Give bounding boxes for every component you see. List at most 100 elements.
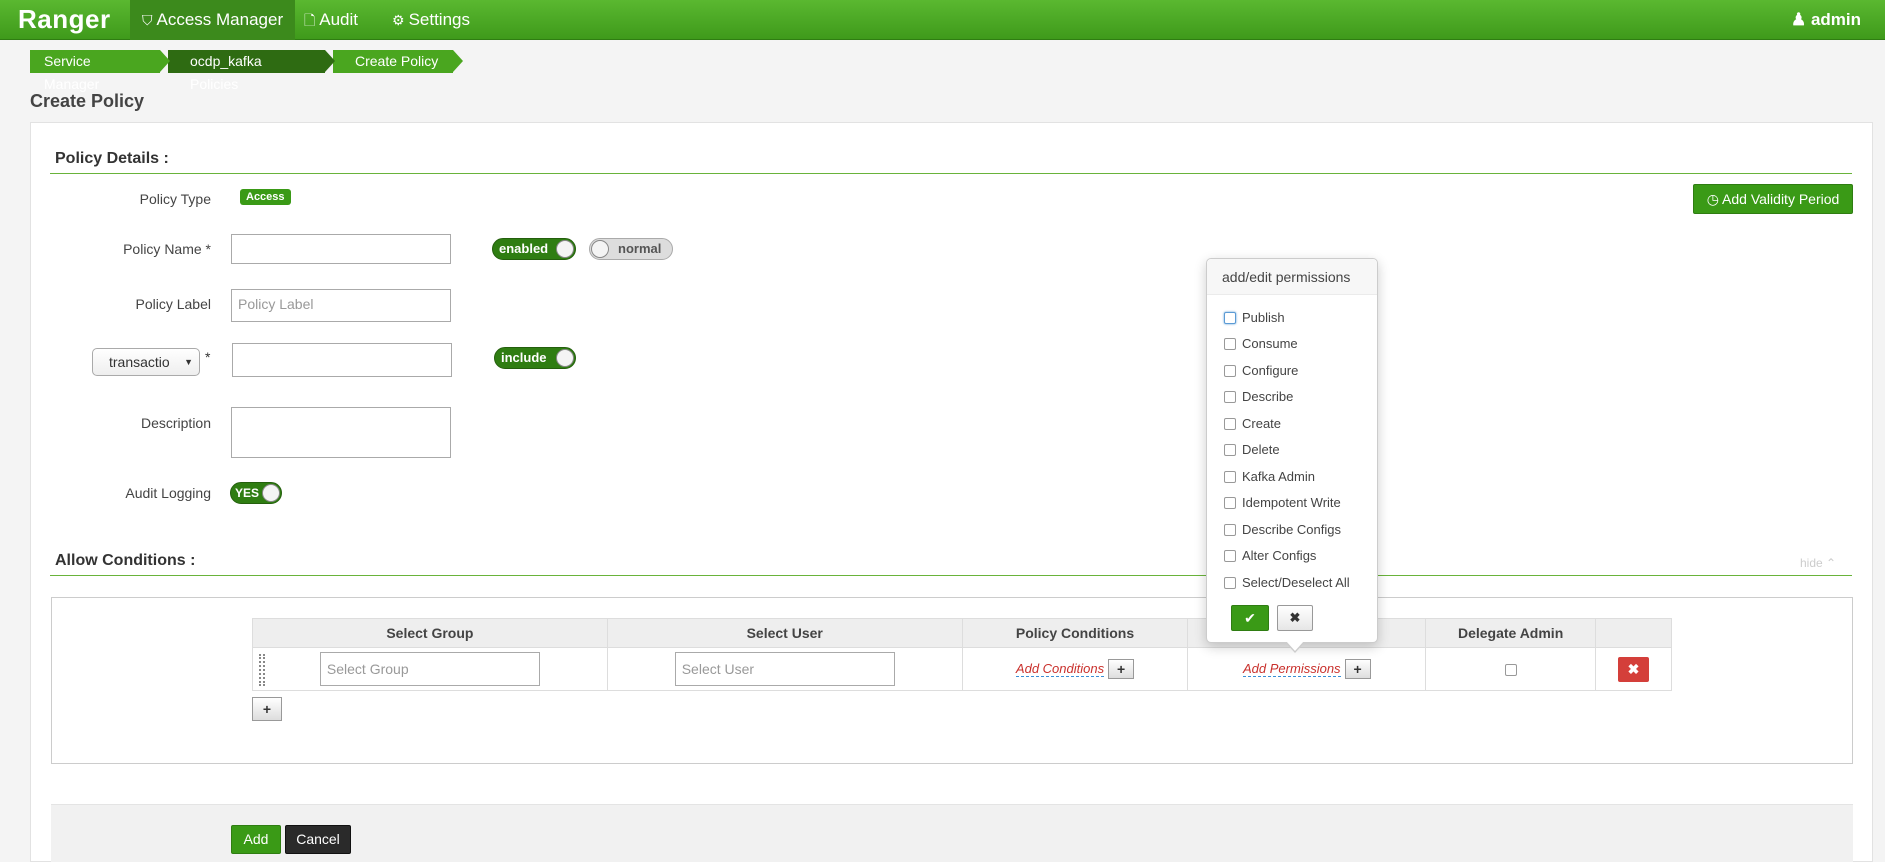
add-row-button[interactable]: + (252, 697, 282, 721)
resource-required-mark: * (205, 349, 211, 365)
policy-type-label: Policy Type (139, 191, 211, 207)
popover-confirm-button[interactable]: ✔ (1231, 605, 1269, 631)
policy-name-label: Policy Name * (123, 241, 211, 257)
perm-alter-configs[interactable]: Alter Configs (1224, 548, 1316, 563)
add-validity-period-button[interactable]: ◷ Add Validity Period (1693, 184, 1853, 214)
policy-label-label: Policy Label (135, 296, 212, 312)
perm-label: Select/Deselect All (1242, 575, 1350, 590)
group-cell: Select Group (252, 647, 608, 691)
perm-configure[interactable]: Configure (1224, 363, 1298, 378)
popover-title: add/edit permissions (1207, 259, 1377, 295)
perm-checkbox[interactable] (1224, 443, 1236, 456)
remove-row-button[interactable]: ✖ (1618, 656, 1650, 682)
add-button[interactable]: Add (231, 825, 281, 854)
perm-label: Configure (1242, 363, 1299, 378)
select-group-input[interactable]: Select Group (319, 652, 540, 686)
chevron-up-icon: ⌃ (1826, 556, 1837, 570)
top-navbar: Ranger ⛉ Access Manager 🗋 Audit ⚙ Settings … (0, 0, 1885, 40)
user-cell: Select User (606, 647, 963, 691)
select-user-input[interactable]: Select User (674, 652, 895, 686)
perm-delete[interactable]: Delete (1224, 442, 1280, 457)
perm-checkbox[interactable] (1224, 576, 1236, 589)
allow-conditions-table: Select Group Select User Policy Conditio… (252, 618, 1672, 691)
description-label: Description (140, 415, 211, 431)
page-title: Create Policy (30, 91, 145, 111)
nav-settings[interactable]: ⚙ Settings (380, 0, 482, 40)
add-conditions-link[interactable]: Add Conditions (1015, 660, 1105, 677)
nav-audit-label: Audit (319, 10, 359, 29)
drag-handle-icon[interactable] (259, 654, 265, 686)
policy-details-title: Policy Details : (55, 150, 169, 167)
add-conditions-button[interactable]: + (1108, 659, 1135, 679)
permissions-popover: add/edit permissions Publish Consume Con… (1206, 258, 1378, 653)
add-permissions-button[interactable]: + (1344, 659, 1371, 679)
resource-value-input[interactable] (232, 343, 452, 377)
policy-priority-toggle[interactable]: normal (589, 238, 673, 260)
perm-checkbox[interactable] (1224, 496, 1236, 509)
add-permissions-link[interactable]: Add Permissions (1243, 660, 1341, 677)
hide-allow-conditions-link[interactable]: hide ⌃ (1800, 556, 1836, 570)
policy-enabled-toggle[interactable]: enabled (492, 238, 576, 260)
col-policy-conditions: Policy Conditions (961, 618, 1189, 648)
perm-consume[interactable]: Consume (1224, 336, 1298, 351)
cancel-button[interactable]: Cancel (285, 825, 351, 854)
policy-name-input[interactable] (231, 234, 451, 264)
perm-kafka-admin[interactable]: Kafka Admin (1224, 469, 1315, 484)
perm-label: Consume (1242, 336, 1298, 351)
col-select-group: Select Group (252, 618, 608, 648)
perm-checkbox[interactable] (1224, 470, 1236, 483)
delegate-admin-checkbox[interactable] (1504, 664, 1517, 677)
perm-checkbox[interactable] (1224, 311, 1236, 324)
resource-type-select[interactable]: transactio ▼ (92, 348, 200, 376)
user-icon: ♟ (1790, 10, 1807, 29)
perm-publish[interactable]: Publish (1224, 310, 1285, 325)
breadcrumb-service-manager[interactable]: Service Manager (30, 50, 170, 92)
perm-checkbox[interactable] (1224, 523, 1236, 536)
nav-settings-label: Settings (408, 10, 470, 29)
perm-checkbox[interactable] (1224, 390, 1236, 403)
perm-label: Create (1242, 416, 1282, 431)
popover-arrow (1285, 641, 1305, 653)
resource-include-toggle[interactable]: include (494, 347, 576, 369)
col-select-user: Select User (606, 618, 963, 648)
toggle-knob (591, 240, 609, 258)
toggle-knob (262, 484, 280, 502)
audit-logging-toggle[interactable]: YES (230, 482, 282, 504)
permissions-cell: Add Permissions + (1187, 647, 1427, 691)
toggle-knob (556, 240, 574, 258)
nav-access-manager[interactable]: ⛉ Access Manager (130, 0, 296, 40)
perm-checkbox[interactable] (1224, 364, 1236, 377)
clock-icon: ◷ (1706, 191, 1719, 207)
toggle-knob (556, 349, 574, 367)
perm-checkbox[interactable] (1224, 549, 1236, 562)
perm-describe-configs[interactable]: Describe Configs (1224, 522, 1341, 537)
allow-conditions-title: Allow Conditions : (55, 552, 196, 569)
allow-conditions-divider (50, 575, 1852, 576)
perm-idempotent-write[interactable]: Idempotent Write (1224, 495, 1341, 510)
perm-describe[interactable]: Describe (1224, 389, 1293, 404)
perm-select-all[interactable]: Select/Deselect All (1224, 575, 1350, 590)
perm-label: Describe (1242, 389, 1294, 404)
description-textarea[interactable] (231, 407, 451, 458)
user-menu[interactable]: ♟ admin (1791, 0, 1861, 40)
actions-cell: ✖ (1595, 647, 1672, 691)
caret-down-icon: ▼ (184, 357, 193, 367)
brand-logo[interactable]: Ranger (18, 4, 111, 35)
conditions-cell: Add Conditions + (961, 647, 1189, 691)
nav-audit[interactable]: 🗋 Audit (292, 0, 370, 40)
user-name: admin (1810, 10, 1861, 29)
perm-create[interactable]: Create (1224, 416, 1281, 431)
breadcrumb: Service Manager ocdp_kafka Policies Crea… (30, 50, 463, 92)
policy-label-input[interactable]: Policy Label (231, 289, 451, 322)
policy-details-divider (50, 173, 1852, 174)
breadcrumb-create-policy: Create Policy (333, 50, 463, 73)
policy-type-badge: Access (240, 189, 291, 205)
col-actions (1595, 618, 1672, 648)
perm-checkbox[interactable] (1224, 417, 1236, 430)
perm-checkbox[interactable] (1224, 337, 1236, 350)
perm-label: Delete (1242, 442, 1280, 457)
breadcrumb-policies[interactable]: ocdp_kafka Policies (168, 50, 335, 92)
popover-cancel-button[interactable]: ✖ (1277, 605, 1313, 631)
audit-logging-text: YES (235, 486, 260, 500)
add-validity-period-label: Add Validity Period (1722, 191, 1840, 207)
